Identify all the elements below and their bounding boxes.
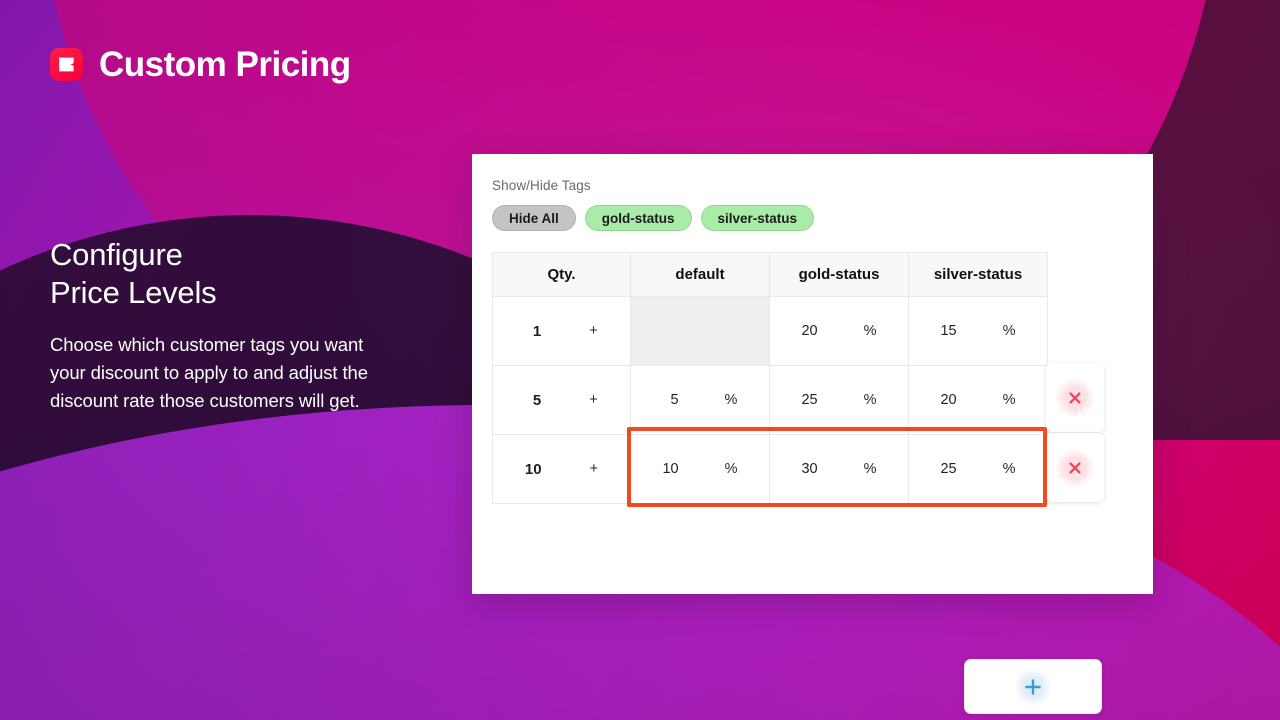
delete-row-cell[interactable] (1046, 363, 1104, 432)
qty-value: 1 (532, 322, 542, 340)
discount-value: 30 (801, 461, 818, 477)
percent-sign: % (1002, 323, 1016, 339)
percent-sign: % (724, 392, 738, 408)
cell-default-discount[interactable]: 5 % (630, 365, 770, 435)
discount-value: 15 (940, 323, 957, 339)
feature-description: Choose which customer tags you want your… (50, 333, 368, 411)
percent-sign: % (724, 461, 738, 477)
cell-qty[interactable]: 10 + (492, 434, 631, 504)
cell-silver-discount[interactable]: 20 % (908, 365, 1048, 435)
cell-default-discount[interactable]: 10 % (630, 434, 770, 504)
qty-suffix: + (589, 392, 598, 408)
cell-gold-discount[interactable]: 25 % (769, 365, 909, 435)
cell-qty[interactable]: 5 + (492, 365, 631, 435)
feature-copy: Configure Price Levels Choose which cust… (50, 236, 380, 415)
delete-row-cell[interactable] (1046, 433, 1104, 502)
table-header: Qty. default gold-status silver-status (492, 252, 1048, 297)
delete-column-spacer (1046, 250, 1104, 363)
tag-silver-status-button[interactable]: silver-status (700, 205, 815, 231)
delete-row-column (1046, 250, 1104, 503)
close-x-icon[interactable] (1055, 377, 1095, 418)
qty-value: 10 (524, 460, 542, 478)
cell-silver-discount[interactable]: 25 % (908, 434, 1048, 504)
percent-sign: % (863, 461, 877, 477)
cell-gold-discount[interactable]: 20 % (769, 296, 909, 366)
plus-icon[interactable] (1014, 667, 1052, 706)
cell-silver-discount[interactable]: 15 % (908, 296, 1048, 366)
table-row: 1 + 20 % 15 % (492, 296, 1048, 366)
price-levels-table-wrap: Qty. default gold-status silver-status 1… (492, 252, 1048, 504)
percent-sign: % (863, 392, 877, 408)
table-body: 1 + 20 % 15 % 5 + 5 % 25 % 20 % 10 + 10 … (492, 296, 1048, 504)
cell-qty[interactable]: 1 + (492, 296, 631, 366)
column-header-silver-status: silver-status (908, 252, 1048, 297)
feature-heading: Configure Price Levels (50, 237, 217, 310)
cell-gold-discount[interactable]: 30 % (769, 434, 909, 504)
discount-value: 20 (801, 323, 818, 339)
discount-value: 10 (662, 461, 679, 477)
app-header: Custom Pricing (50, 47, 351, 82)
qty-value: 5 (532, 391, 542, 409)
table-header-row: Qty. default gold-status silver-status (492, 252, 1048, 297)
table-row: 5 + 5 % 25 % 20 % (492, 365, 1048, 435)
page-title: Custom Pricing (99, 45, 351, 84)
qty-suffix: + (589, 461, 599, 477)
discount-value: 20 (940, 392, 957, 408)
tag-filter-row: Hide All gold-status silver-status (492, 205, 815, 231)
price-levels-table: Qty. default gold-status silver-status 1… (492, 252, 1048, 504)
add-price-level-cell[interactable] (964, 659, 1102, 714)
slide-canvas: Custom Pricing Configure Price Levels Ch… (0, 0, 1280, 720)
show-hide-tags-label: Show/Hide Tags (492, 178, 591, 193)
cell-default-discount (630, 296, 770, 366)
qty-suffix: + (589, 323, 598, 339)
close-x-icon[interactable] (1055, 447, 1095, 488)
tag-hide-all-button[interactable]: Hide All (492, 205, 576, 231)
percent-sign: % (863, 323, 877, 339)
column-header-default: default (630, 252, 770, 297)
discount-value: 25 (940, 461, 957, 477)
percent-sign: % (1002, 392, 1016, 408)
discount-value: 25 (801, 392, 818, 408)
tag-gold-status-button[interactable]: gold-status (584, 205, 692, 231)
percent-sign: % (1002, 461, 1016, 477)
table-row: 10 + 10 % 30 % 25 % (492, 434, 1048, 504)
discount-value: 5 (670, 392, 679, 408)
column-header-gold-status: gold-status (769, 252, 909, 297)
column-header-qty: Qty. (492, 252, 631, 297)
b-logo-icon (50, 48, 83, 81)
